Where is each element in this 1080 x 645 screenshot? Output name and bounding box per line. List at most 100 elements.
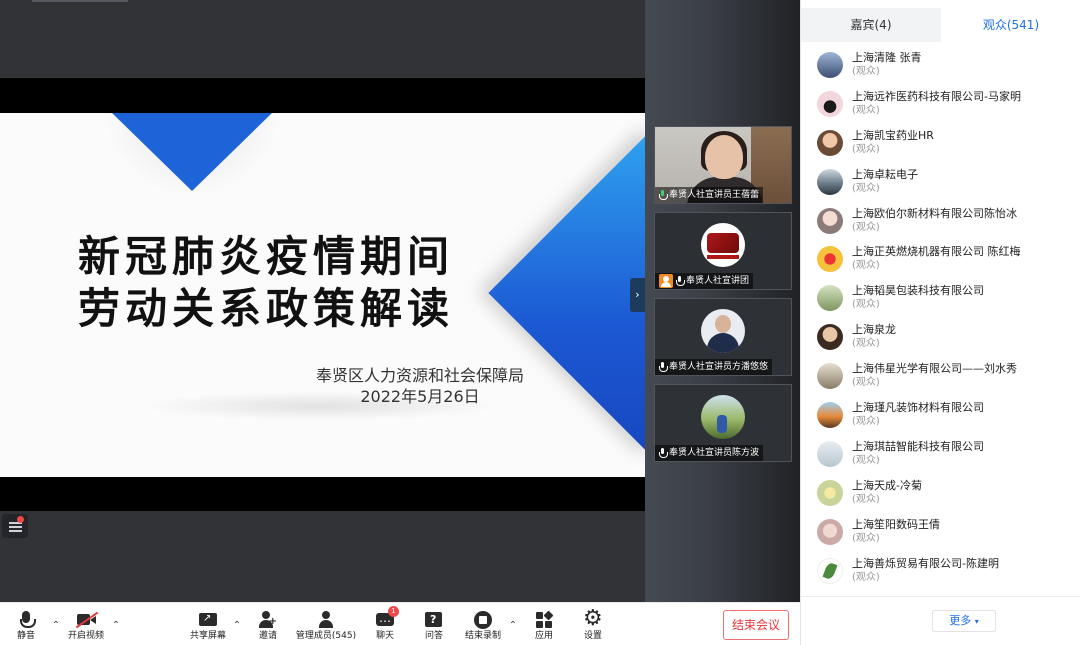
mute-button[interactable]: 静音: [12, 611, 40, 645]
member-list-item[interactable]: 上海远祚医药科技有限公司-马家明 (观众): [801, 85, 1080, 124]
stage-top-tab: [32, 0, 128, 2]
list-icon-line: [9, 530, 22, 532]
video-tile[interactable]: 奉贤人社宣讲员王蓓蕾: [654, 126, 792, 204]
member-list-item[interactable]: 上海清隆 张青 (观众): [801, 46, 1080, 85]
member-list-item[interactable]: 上海卓耘电子 (观众): [801, 163, 1080, 202]
stage-top-area: [0, 0, 645, 78]
video-tile[interactable]: 奉贤人社宣讲员方潘悠悠: [654, 298, 792, 376]
host-badge-icon: [659, 274, 673, 288]
meeting-toolbar: 静音 ⌃ 开启视频 ⌃ 共享屏幕 ⌃ + 邀请 管理成员(545) 1 聊天 问…: [0, 602, 800, 645]
manage-members-label: 管理成员(545): [295, 631, 357, 641]
avatar: [817, 402, 843, 429]
member-name: 上海欧伯尔新材料有限公司陈怡冰: [852, 206, 1017, 220]
notification-dot-icon: [17, 516, 24, 523]
invite-label: 邀请: [258, 631, 277, 641]
member-list-item[interactable]: 上海琪喆智能科技有限公司 (观众): [801, 435, 1080, 474]
member-role: (观众): [852, 416, 880, 428]
member-role: (观众): [852, 454, 880, 466]
share-options-caret[interactable]: ⌃: [232, 621, 242, 631]
member-list-item[interactable]: 上海欧伯尔新材料有限公司陈怡冰 (观众): [801, 202, 1080, 241]
camera-lens-shape: [90, 616, 96, 624]
avatar: [817, 129, 843, 156]
avatar: [817, 246, 843, 273]
apps-square: [545, 621, 552, 628]
microphone-icon: [17, 611, 36, 629]
apps-square: [536, 612, 543, 619]
avatar: [817, 363, 843, 390]
share-screen-button[interactable]: 共享屏幕: [187, 611, 229, 645]
member-list-item[interactable]: 上海泉龙 (观众): [801, 318, 1080, 357]
member-list-item[interactable]: 上海伟星光学有限公司——刘水秀 (观众): [801, 357, 1080, 396]
participant-face: [705, 135, 743, 179]
member-name: 上海卓耘电子: [852, 167, 918, 181]
audio-options-caret[interactable]: ⌃: [51, 621, 61, 631]
slide-date: 2022年5月26日: [360, 387, 480, 406]
avatar: [817, 324, 843, 351]
member-list-item[interactable]: 上海正英燃烧机器有限公司 陈红梅 (观众): [801, 240, 1080, 279]
video-tile-name: 奉贤人社宣讲员方潘悠悠: [669, 362, 769, 372]
member-list-item[interactable]: 上海天成-冷菊 (观众): [801, 474, 1080, 513]
share-screen-label: 共享屏幕: [189, 631, 226, 641]
member-role: (观众): [852, 66, 880, 77]
member-role: (观众): [852, 260, 880, 272]
slide-title-line-1: 新冠肺炎疫情期间: [78, 232, 455, 281]
end-meeting-button[interactable]: 结束会议: [723, 610, 789, 640]
member-list-item[interactable]: 上海瑾凡装饰材料有限公司 (观众): [801, 396, 1080, 435]
slide-blue-triangle: [112, 113, 272, 191]
more-label: 更多: [949, 614, 972, 627]
member-name: 上海瑾凡装饰材料有限公司: [852, 401, 984, 415]
organization-logo: [701, 223, 745, 267]
avatar: [701, 395, 745, 439]
apps-button[interactable]: 应用: [531, 610, 557, 645]
gear-icon: [583, 607, 603, 631]
member-name: 上海凯宝药业HR: [852, 128, 934, 142]
video-tile[interactable]: 奉贤人社宣讲员陈方波: [654, 384, 792, 462]
member-role: (观众): [852, 299, 880, 311]
start-video-button[interactable]: 开启视频: [64, 611, 108, 645]
member-list-item[interactable]: 上海韬昊包装科技有限公司 (观众): [801, 279, 1080, 318]
recording-options-caret[interactable]: ⌃: [508, 621, 518, 631]
panel-footer: 更多 ▾: [801, 596, 1080, 645]
stop-recording-label: 结束录制: [464, 631, 501, 641]
meeting-list-button[interactable]: [2, 514, 28, 538]
stop-recording-button[interactable]: 结束录制: [462, 611, 504, 645]
tab-audience[interactable]: 观众(541): [941, 8, 1080, 42]
stop-record-icon: [474, 611, 492, 629]
avatar: [817, 557, 843, 584]
member-role: (观众): [852, 532, 880, 544]
more-button[interactable]: 更多 ▾: [932, 610, 996, 632]
member-role: (观众): [852, 104, 880, 116]
chat-label: 聊天: [375, 631, 394, 641]
member-name: 上海韬昊包装科技有限公司: [852, 284, 984, 298]
avatar: [817, 440, 843, 467]
member-name: 上海泉龙: [852, 323, 896, 337]
start-video-label: 开启视频: [67, 631, 104, 641]
avatar: [817, 285, 843, 312]
member-list-item[interactable]: 上海凯宝药业HR (观众): [801, 124, 1080, 163]
members-icon: [317, 611, 335, 629]
member-name: 上海琪喆智能科技有限公司: [852, 439, 984, 453]
member-name: 上海天成-冷菊: [852, 478, 922, 492]
avatar: [817, 479, 843, 506]
avatar: [817, 207, 843, 234]
avatar: [817, 52, 843, 78]
settings-button[interactable]: 设置: [580, 607, 606, 645]
qa-button[interactable]: 问答: [421, 611, 447, 645]
member-list-item[interactable]: 上海善烁贸易有限公司-陈建明 (观众): [801, 552, 1080, 591]
apps-square: [536, 621, 543, 628]
member-list-item[interactable]: 上海笙阳数码王倩 (观众): [801, 513, 1080, 552]
chat-icon: 1: [376, 606, 399, 629]
member-role: (观众): [852, 143, 880, 155]
invite-button[interactable]: + 邀请: [255, 611, 281, 645]
mic-muted-icon: [659, 448, 668, 458]
manage-members-button[interactable]: 管理成员(545): [295, 611, 357, 645]
tab-guests[interactable]: 嘉宾(4): [801, 8, 941, 42]
video-options-caret[interactable]: ⌃: [111, 621, 121, 631]
stage-bottom-area: [0, 511, 645, 602]
video-tile[interactable]: 奉贤人社宣讲团: [654, 212, 792, 290]
video-tile-name: 奉贤人社宣讲团: [686, 276, 750, 286]
member-role: (观众): [852, 182, 880, 194]
avatar: [701, 309, 745, 353]
chat-button[interactable]: 1 聊天: [372, 606, 399, 645]
collapse-video-panel-button[interactable]: ›: [630, 278, 645, 312]
